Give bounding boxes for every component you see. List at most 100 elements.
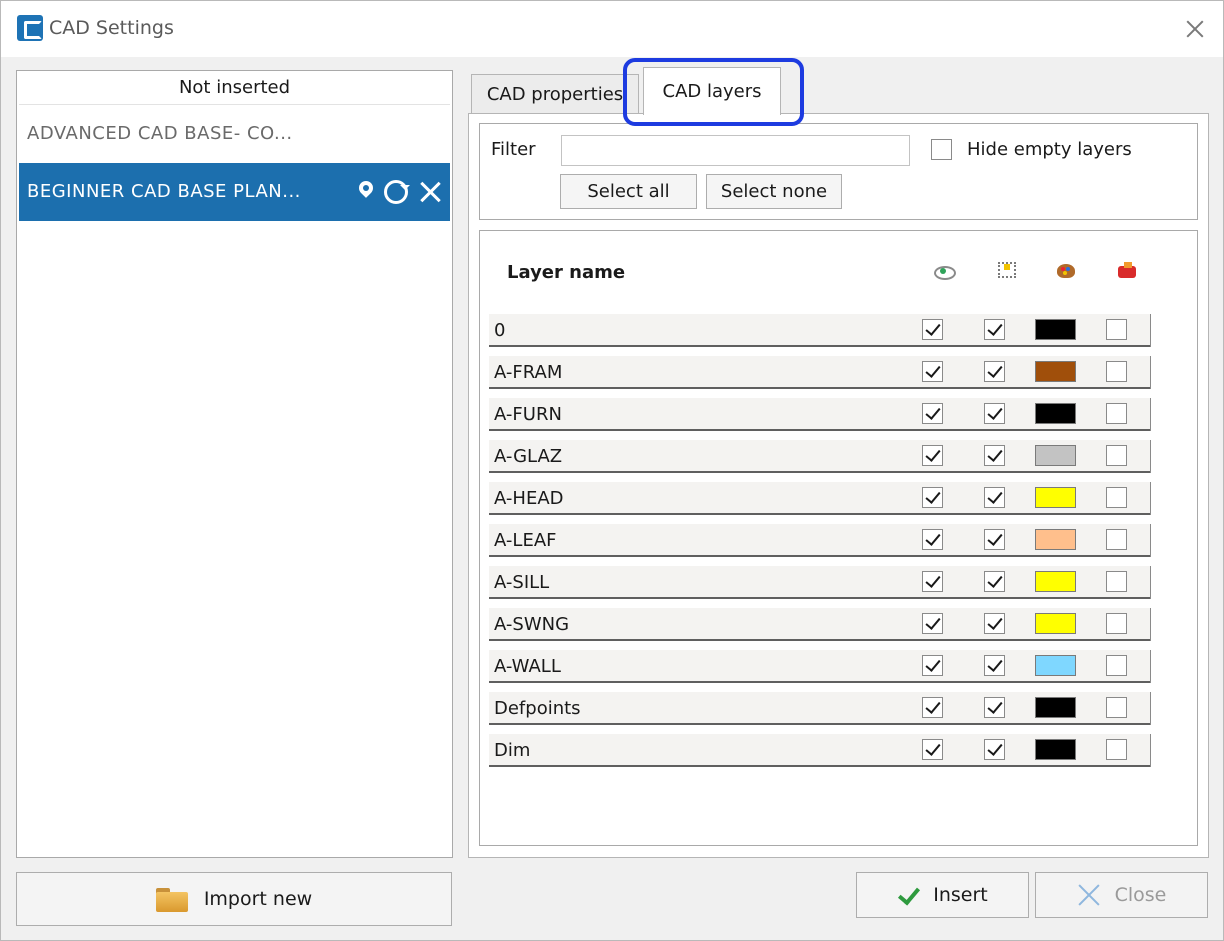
cad-file-list: Not inserted ADVANCED CAD BASE- CO... BE… — [16, 70, 453, 858]
layer-color-swatch[interactable] — [1035, 655, 1076, 676]
insert-button[interactable]: Insert — [856, 872, 1029, 918]
layer-print-checkbox[interactable] — [1106, 319, 1127, 340]
layer-name: A-SILL — [494, 572, 550, 593]
layer-row[interactable]: A-FRAM — [489, 356, 1151, 389]
layer-visible-checkbox[interactable] — [922, 319, 943, 340]
layer-selectable-checkbox[interactable] — [984, 697, 1005, 718]
layer-color-swatch[interactable] — [1035, 319, 1076, 340]
insert-label: Insert — [933, 884, 988, 906]
layer-name: A-SWNG — [494, 614, 570, 635]
filter-label: Filter — [491, 139, 536, 160]
layer-color-swatch[interactable] — [1035, 361, 1076, 382]
layer-name: A-LEAF — [494, 530, 557, 551]
layer-name: A-FRAM — [494, 362, 563, 383]
layer-name: A-FURN — [494, 404, 562, 425]
layer-selectable-checkbox[interactable] — [984, 487, 1005, 508]
layer-print-checkbox[interactable] — [1106, 361, 1127, 382]
layer-row[interactable]: A-LEAF — [489, 524, 1151, 557]
close-icon — [1077, 883, 1101, 907]
layer-visible-checkbox[interactable] — [922, 613, 943, 634]
layer-row[interactable]: A-GLAZ — [489, 440, 1151, 473]
layer-selectable-checkbox[interactable] — [984, 403, 1005, 424]
layer-row[interactable]: Dim — [489, 734, 1151, 767]
import-new-button[interactable]: Import new — [16, 872, 452, 926]
layer-visible-checkbox[interactable] — [922, 571, 943, 592]
layer-name: 0 — [494, 320, 506, 341]
layer-selectable-checkbox[interactable] — [984, 319, 1005, 340]
layer-selectable-checkbox[interactable] — [984, 739, 1005, 760]
refresh-icon[interactable] — [384, 180, 410, 204]
layer-print-checkbox[interactable] — [1106, 697, 1127, 718]
cad-file-item-selected[interactable]: BEGINNER CAD BASE PLAN... — [19, 163, 450, 221]
cad-file-label: BEGINNER CAD BASE PLAN... — [27, 181, 301, 202]
remove-icon[interactable] — [418, 180, 442, 204]
layer-selectable-checkbox[interactable] — [984, 445, 1005, 466]
hide-empty-layers-label: Hide empty layers — [967, 139, 1132, 160]
filter-input[interactable] — [561, 135, 910, 166]
print-icon — [1116, 260, 1138, 282]
tab-cad-properties[interactable]: CAD properties — [471, 74, 639, 114]
layer-selectable-checkbox[interactable] — [984, 361, 1005, 382]
layer-name: A-WALL — [494, 656, 561, 677]
layer-color-swatch[interactable] — [1035, 571, 1076, 592]
select-none-button[interactable]: Select none — [706, 174, 842, 209]
checkmark-icon — [897, 884, 919, 906]
layer-print-checkbox[interactable] — [1106, 613, 1127, 634]
layer-visible-checkbox[interactable] — [922, 403, 943, 424]
layer-name: Defpoints — [494, 698, 581, 719]
layer-name-header: Layer name — [507, 262, 626, 283]
close-button[interactable]: Close — [1035, 872, 1208, 918]
layer-row[interactable]: A-FURN — [489, 398, 1151, 431]
layer-row[interactable]: A-WALL — [489, 650, 1151, 683]
import-new-label: Import new — [203, 888, 313, 910]
layer-selectable-checkbox[interactable] — [984, 613, 1005, 634]
hide-empty-layers-checkbox[interactable] — [931, 139, 952, 160]
layer-selectable-checkbox[interactable] — [984, 529, 1005, 550]
layer-color-swatch[interactable] — [1035, 529, 1076, 550]
select-all-button[interactable]: Select all — [560, 174, 697, 209]
layer-visible-checkbox[interactable] — [922, 487, 943, 508]
visibility-eye-icon — [932, 260, 956, 282]
layer-visible-checkbox[interactable] — [922, 529, 943, 550]
layer-visible-checkbox[interactable] — [922, 361, 943, 382]
layer-visible-checkbox[interactable] — [922, 697, 943, 718]
layer-print-checkbox[interactable] — [1106, 655, 1127, 676]
layer-visible-checkbox[interactable] — [922, 739, 943, 760]
layer-print-checkbox[interactable] — [1106, 445, 1127, 466]
layer-color-swatch[interactable] — [1035, 487, 1076, 508]
layer-color-swatch[interactable] — [1035, 613, 1076, 634]
layer-row[interactable]: A-HEAD — [489, 482, 1151, 515]
color-palette-icon — [1055, 260, 1077, 282]
cad-settings-window: CAD Settings Not inserted ADVANCED CAD B… — [0, 0, 1224, 941]
cad-file-label: ADVANCED CAD BASE- CO... — [27, 123, 293, 144]
layer-print-checkbox[interactable] — [1106, 571, 1127, 592]
tab-cad-layers[interactable]: CAD layers — [643, 67, 781, 115]
window-title: CAD Settings — [49, 17, 174, 39]
layer-color-swatch[interactable] — [1035, 403, 1076, 424]
layer-color-swatch[interactable] — [1035, 445, 1076, 466]
locate-pin-icon[interactable] — [358, 181, 374, 203]
layer-name: A-HEAD — [494, 488, 564, 509]
layer-row[interactable]: A-SWNG — [489, 608, 1151, 641]
layer-print-checkbox[interactable] — [1106, 487, 1127, 508]
close-label: Close — [1114, 884, 1167, 906]
layer-row[interactable]: 0 — [489, 314, 1151, 347]
layer-print-checkbox[interactable] — [1106, 403, 1127, 424]
selectable-cursor-icon — [994, 260, 1016, 282]
layer-color-swatch[interactable] — [1035, 697, 1076, 718]
layer-selectable-checkbox[interactable] — [984, 571, 1005, 592]
layer-row[interactable]: Defpoints — [489, 692, 1151, 725]
layer-color-swatch[interactable] — [1035, 739, 1076, 760]
layer-row[interactable]: A-SILL — [489, 566, 1151, 599]
cad-file-item[interactable]: ADVANCED CAD BASE- CO... — [17, 105, 452, 163]
layer-selectable-checkbox[interactable] — [984, 655, 1005, 676]
title-bar: CAD Settings — [1, 1, 1223, 57]
layer-print-checkbox[interactable] — [1106, 529, 1127, 550]
layer-visible-checkbox[interactable] — [922, 445, 943, 466]
tab-label: CAD properties — [486, 84, 624, 105]
layer-visible-checkbox[interactable] — [922, 655, 943, 676]
layer-name: A-GLAZ — [494, 446, 563, 467]
layer-print-checkbox[interactable] — [1106, 739, 1127, 760]
close-window-icon[interactable] — [1181, 15, 1209, 43]
list-header: Not inserted — [19, 71, 450, 105]
